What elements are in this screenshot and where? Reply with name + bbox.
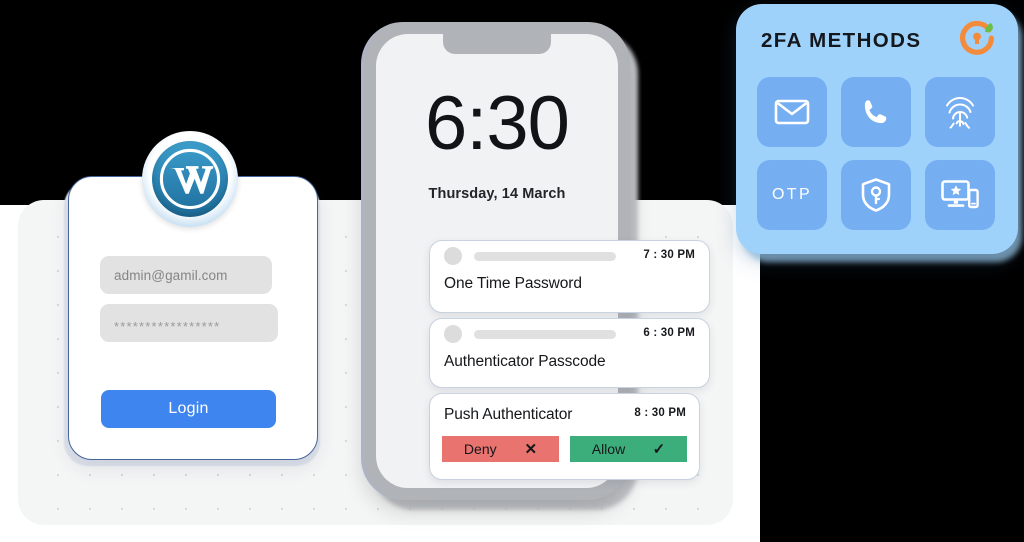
lockscreen-clock: 6:30 xyxy=(425,81,570,166)
envelope-icon xyxy=(774,98,810,126)
notification-card-otp[interactable]: 7 : 30 PM One Time Password xyxy=(429,240,710,313)
app-name-placeholder-bar xyxy=(474,251,616,261)
miniorange-logo-icon xyxy=(954,18,1000,64)
wordpress-logo-disc xyxy=(152,141,228,217)
notification-title: Authenticator Passcode xyxy=(444,353,606,370)
tfa-methods-panel: 2FA METHODS OTP xyxy=(736,4,1018,254)
password-field-value: ***************** xyxy=(114,318,221,334)
notification-time: 6 : 30 PM xyxy=(643,327,695,339)
notification-header: 7 : 30 PM xyxy=(430,241,709,271)
deny-button[interactable]: Deny ✕ xyxy=(442,436,559,462)
tfa-method-trusted-devices[interactable] xyxy=(925,160,995,230)
wordpress-logo-icon xyxy=(142,131,238,227)
tfa-method-otp[interactable]: OTP xyxy=(757,160,827,230)
allow-button-label: Allow xyxy=(591,441,626,457)
phone-notch xyxy=(443,34,551,54)
cross-icon: ✕ xyxy=(524,441,538,458)
app-name-placeholder-bar xyxy=(474,329,616,339)
devices-star-icon xyxy=(941,179,979,211)
phone-icon xyxy=(860,96,892,128)
allow-button[interactable]: Allow ✓ xyxy=(570,436,687,462)
notification-card-push[interactable]: 8 : 30 PM Push Authenticator Deny ✕ Allo… xyxy=(429,393,700,480)
notification-time: 8 : 30 PM xyxy=(634,407,686,419)
tfa-method-email[interactable] xyxy=(757,77,827,147)
fingerprint-icon xyxy=(943,93,977,131)
deny-button-label: Deny xyxy=(463,441,497,457)
tfa-method-security-key[interactable] xyxy=(841,160,911,230)
tfa-method-phone-call[interactable] xyxy=(841,77,911,147)
notification-header: 6 : 30 PM xyxy=(430,319,709,349)
illustration-canvas: admin@gamil.com ***************** Login … xyxy=(0,0,1024,542)
login-button[interactable]: Login xyxy=(101,390,276,428)
email-field[interactable]: admin@gamil.com xyxy=(100,256,272,294)
tfa-methods-grid: OTP xyxy=(757,77,995,230)
notification-title: One Time Password xyxy=(444,275,582,292)
email-field-value: admin@gamil.com xyxy=(114,267,228,283)
notification-actions: Deny ✕ Allow ✓ xyxy=(430,424,699,462)
tfa-method-fingerprint[interactable] xyxy=(925,77,995,147)
password-field[interactable]: ***************** xyxy=(100,304,278,342)
contact-avatar-placeholder-icon xyxy=(444,247,462,265)
notification-time: 7 : 30 PM xyxy=(643,249,695,261)
shield-key-icon xyxy=(860,177,892,213)
contact-avatar-placeholder-icon xyxy=(444,325,462,343)
lockscreen-date: Thursday, 14 March xyxy=(428,186,566,202)
tfa-panel-title: 2FA METHODS xyxy=(761,29,922,52)
otp-text-icon: OTP xyxy=(771,186,813,203)
notification-card-authenticator[interactable]: 6 : 30 PM Authenticator Passcode xyxy=(429,318,710,388)
check-icon: ✓ xyxy=(652,441,666,458)
